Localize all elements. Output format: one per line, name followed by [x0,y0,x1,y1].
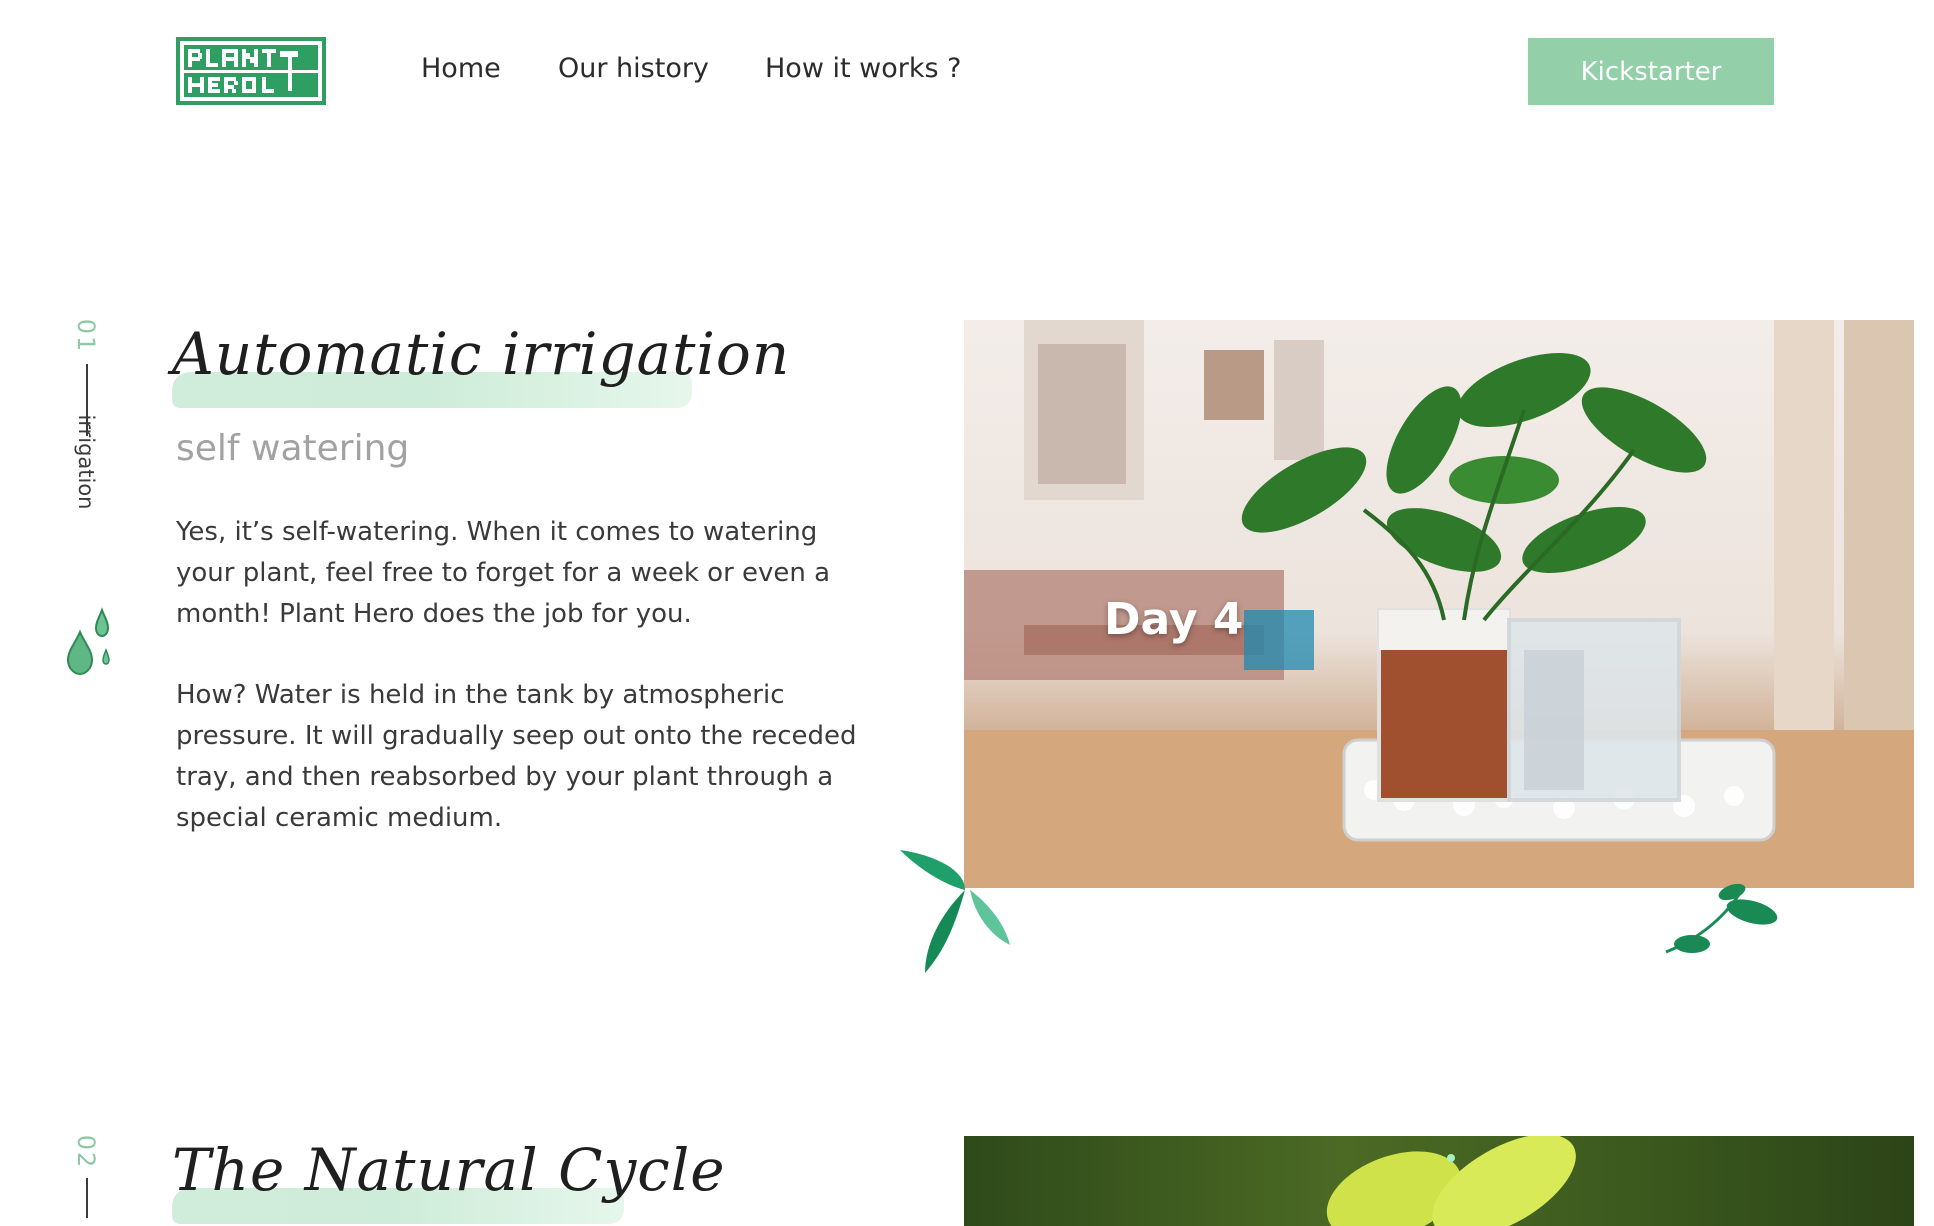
section-title-wrap: The Natural Cycle [172,1136,726,1224]
nav-home[interactable]: Home [421,53,501,84]
leaf-decoration-icon [900,850,1010,973]
water-drops-icon [66,607,110,676]
nav-our-history[interactable]: Our history [558,53,709,84]
section-rail-label: irrigation [74,414,98,510]
kickstarter-button[interactable]: Kickstarter [1528,38,1774,105]
rail-divider [86,1178,88,1218]
sprig-decoration-icon [1665,883,1778,954]
natural-cycle-photo [964,1136,1914,1226]
section-title: Automatic irrigation [172,320,791,388]
section-number: 02 [72,1134,100,1170]
section-subtitle: self watering [176,428,410,469]
section-number: 01 [72,318,100,354]
section-paragraph-2: How? Water is held in the tank by atmosp… [176,680,857,833]
section-title: The Natural Cycle [172,1136,726,1204]
section-title-wrap: Automatic irrigation [172,320,791,408]
sprout-illustration [1326,1136,1576,1226]
plant-hero-logo[interactable] [176,37,326,105]
nav-how-it-works[interactable]: How it works ? [765,53,961,84]
image-caption: Day 4 [1104,594,1244,645]
section-paragraph-1: Yes, it’s self-watering. When it comes t… [176,517,831,629]
